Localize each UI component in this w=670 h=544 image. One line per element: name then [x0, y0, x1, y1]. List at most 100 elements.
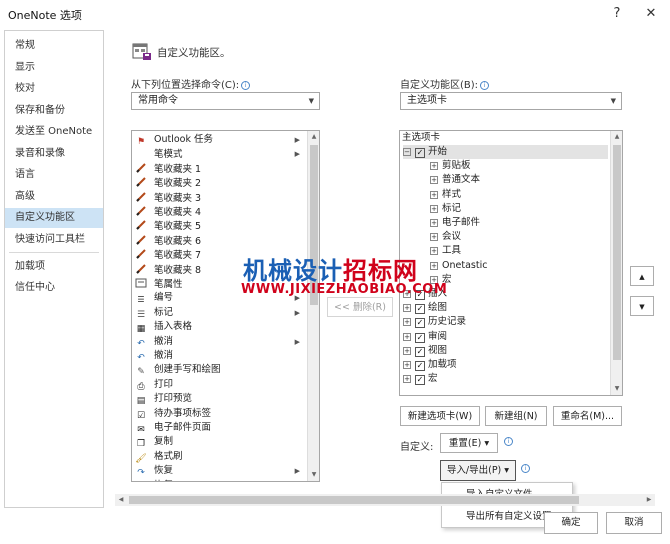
tree-scrollbar[interactable]: ▲ ▼ — [610, 131, 622, 395]
checkbox-checked[interactable]: ✓ — [415, 346, 425, 357]
tree-tab-item[interactable]: + ✓ 绘图 — [403, 301, 447, 315]
new-tab-button[interactable]: 新建选项卡(W) — [400, 406, 480, 426]
checkbox-checked[interactable]: ✓ — [415, 148, 425, 158]
commands-listbox[interactable]: ▲ ▼ ⚑ Outlook 任务 ▶ 笔模式 ▶ 笔收藏夹 1 笔收藏夹 2 笔收藏夹 3 笔收… — [131, 130, 320, 482]
tree-tab-item[interactable]: + ✓ 加载项 — [403, 358, 457, 372]
command-item[interactable]: 笔收藏夹 4 — [134, 205, 306, 219]
remove-button[interactable]: << 删除(R) — [327, 297, 393, 317]
command-item[interactable]: ✎ 创建手写和绘图 — [134, 363, 306, 377]
collapse-icon[interactable]: − — [403, 148, 411, 156]
sidebar-item[interactable]: 自定义功能区 — [5, 208, 103, 228]
ribbon-tree[interactable]: 主选项卡 ▲ ▼ − ✓ 开始 + 剪贴板 + 普通文本 + 样式 + 标记 + 电子邮件 + 会议 + 工具 +… — [399, 130, 623, 396]
move-down-button[interactable]: ▼ — [630, 296, 654, 316]
rename-button[interactable]: 重命名(M)... — [553, 406, 622, 426]
scrollbar-thumb[interactable] — [129, 496, 579, 504]
scrollbar-thumb[interactable] — [613, 145, 621, 360]
command-item[interactable]: ▦ 插入表格 — [134, 320, 306, 334]
reset-button[interactable]: 重置(E) ▾ — [440, 433, 498, 453]
scroll-down-icon[interactable]: ▼ — [308, 469, 319, 481]
tree-tab-item[interactable]: + ✓ 视图 — [403, 344, 447, 358]
help-button[interactable]: ? — [606, 4, 628, 24]
scroll-right-icon[interactable]: ▶ — [643, 494, 655, 506]
expand-icon[interactable]: + — [403, 304, 411, 313]
sidebar-item[interactable]: 发送至 OneNote — [5, 122, 103, 142]
command-item[interactable]: 笔收藏夹 5 — [134, 219, 306, 233]
command-item[interactable]: ↶ 撤消 — [134, 349, 306, 363]
command-item[interactable]: ✉ 电子邮件页面 — [134, 421, 306, 435]
sidebar-item[interactable]: 语言 — [5, 165, 103, 185]
horizontal-scrollbar[interactable]: ◀ ▶ — [115, 494, 655, 506]
checkbox-checked[interactable]: ✓ — [415, 304, 425, 315]
expand-icon[interactable]: + — [430, 190, 438, 199]
expand-icon[interactable]: + — [430, 204, 438, 213]
sidebar-item[interactable]: 常规 — [5, 36, 103, 56]
tree-tab-item[interactable]: + ✓ 宏 — [403, 372, 438, 386]
sidebar-item[interactable]: 信任中心 — [5, 278, 103, 298]
expand-icon[interactable]: + — [403, 332, 411, 341]
command-item[interactable]: 笔模式 ▶ — [134, 147, 306, 161]
command-item[interactable]: ☰ 标记 ▶ — [134, 306, 306, 320]
checkbox-checked[interactable]: ✓ — [415, 361, 425, 371]
ribbon-tabs-combo[interactable]: 主选项卡 ▼ — [400, 92, 622, 110]
command-item[interactable]: ⎙ 打印 — [134, 378, 306, 392]
expand-icon[interactable]: + — [430, 261, 438, 270]
sidebar-item[interactable]: 高级 — [5, 187, 103, 207]
command-item[interactable]: ↷ 恢复 ▶ — [134, 464, 306, 478]
tree-tab-item[interactable]: − ✓ 开始 — [403, 145, 608, 160]
import-export-button[interactable]: 导入/导出(P) ▾ — [440, 460, 516, 481]
expand-icon[interactable]: + — [403, 375, 411, 384]
sidebar-item[interactable]: 加载项 — [5, 257, 103, 277]
command-item[interactable]: ❐ 复制 — [134, 435, 306, 449]
sidebar-item[interactable]: 显示 — [5, 58, 103, 78]
tree-group-item[interactable]: + 工具 — [430, 244, 461, 258]
tree-tab-item[interactable]: + ✓ 审阅 — [403, 330, 447, 344]
tree-group-item[interactable]: + 标记 — [430, 202, 461, 216]
close-button[interactable]: ✕ — [640, 4, 662, 24]
expand-icon[interactable]: + — [403, 318, 411, 327]
command-item[interactable]: ↶ 撤消 ▶ — [134, 335, 306, 349]
options-sidebar: 常规 显示 校对 保存和备份 发送至 OneNote 录音和录像 语言 高级 自定义功能区 快速访… — [4, 30, 104, 508]
move-up-button[interactable]: ▲ — [630, 266, 654, 286]
tree-group-item[interactable]: + 样式 — [430, 188, 461, 202]
tree-tab-item[interactable]: + ✓ 历史记录 — [403, 315, 466, 329]
sidebar-item[interactable]: 保存和备份 — [5, 101, 103, 121]
checkbox-checked[interactable]: ✓ — [415, 332, 425, 343]
commands-source-combo[interactable]: 常用命令 ▼ — [131, 92, 320, 110]
tree-group-item[interactable]: + 普通文本 — [430, 173, 480, 187]
tree-group-item[interactable]: + Onetastic — [430, 259, 487, 273]
expand-icon[interactable]: + — [403, 346, 411, 355]
scroll-up-icon[interactable]: ▲ — [611, 131, 622, 143]
command-item[interactable]: 笔收藏夹 6 — [134, 234, 306, 248]
ok-button[interactable]: 确定 — [544, 512, 598, 534]
command-item[interactable]: ☑ 待办事项标签 — [134, 407, 306, 421]
expand-icon[interactable]: + — [430, 247, 438, 256]
sidebar-item[interactable]: 快速访问工具栏 — [5, 230, 103, 250]
customize-ribbon-icon — [131, 40, 153, 62]
expand-icon[interactable]: + — [430, 219, 438, 227]
expand-icon[interactable]: + — [403, 361, 411, 369]
new-group-button[interactable]: 新建组(N) — [485, 406, 547, 426]
scroll-down-icon[interactable]: ▼ — [611, 383, 622, 395]
tree-group-item[interactable]: + 剪贴板 — [430, 159, 471, 173]
sidebar-item[interactable]: 校对 — [5, 79, 103, 99]
sidebar-item[interactable]: 录音和录像 — [5, 144, 103, 164]
command-item[interactable]: 笔收藏夹 2 — [134, 176, 306, 190]
expand-icon[interactable]: + — [430, 233, 438, 242]
checkbox-checked[interactable]: ✓ — [415, 318, 425, 329]
command-item[interactable]: ↷恢复 — [134, 479, 306, 481]
undo-icon: ↶ — [137, 353, 145, 363]
tree-group-item[interactable]: + 会议 — [430, 230, 461, 244]
checkbox-checked[interactable]: ✓ — [415, 375, 425, 386]
scroll-up-icon[interactable]: ▲ — [308, 131, 319, 143]
command-item[interactable]: 笔收藏夹 1 — [134, 162, 306, 176]
tree-group-item[interactable]: + 电子邮件 — [430, 216, 480, 230]
cancel-button[interactable]: 取消 — [606, 512, 662, 534]
commands-scrollbar[interactable]: ▲ ▼ — [307, 131, 319, 481]
command-item[interactable]: ▤ 打印预览 — [134, 392, 306, 406]
command-item[interactable]: 🖌 格式刷 — [134, 450, 306, 464]
expand-icon[interactable]: + — [430, 162, 438, 171]
command-item[interactable]: ⚑ Outlook 任务 ▶ — [134, 133, 306, 147]
expand-icon[interactable]: + — [430, 176, 438, 185]
scroll-left-icon[interactable]: ◀ — [115, 494, 127, 506]
command-item[interactable]: 笔收藏夹 3 — [134, 191, 306, 205]
